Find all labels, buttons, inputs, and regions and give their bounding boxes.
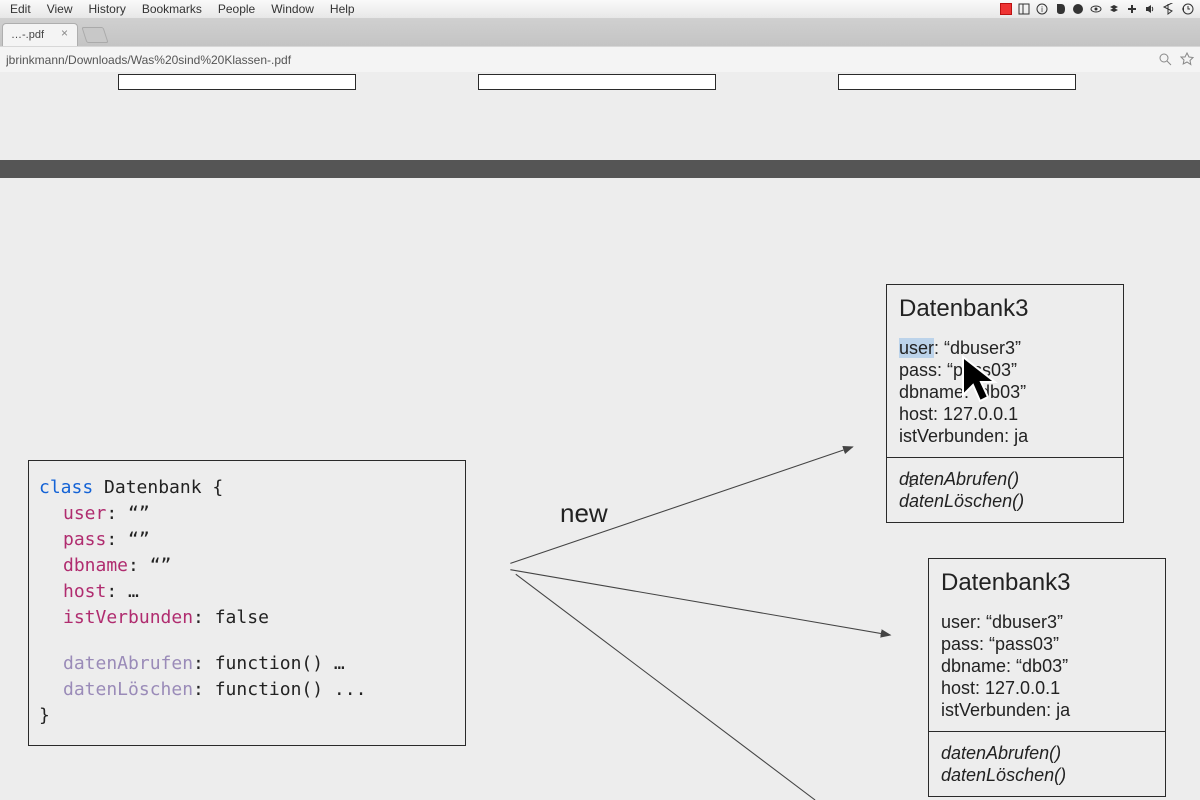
- instance1-method-0: datenAbrufen(): [899, 468, 1111, 490]
- menubar-status-icons: i: [1000, 3, 1200, 15]
- browser-tabstrip: …-.pdf ×: [0, 18, 1200, 46]
- pdf-viewport[interactable]: class Datenbank { user: “” pass: “” dbna…: [0, 72, 1200, 800]
- zoom-icon[interactable]: [1150, 52, 1172, 69]
- leaf-icon[interactable]: [1072, 3, 1084, 15]
- record-icon[interactable]: [1000, 3, 1012, 15]
- instance2-method-1: datenLöschen(): [941, 764, 1153, 786]
- instance2-attr-0: user: “dbuser3”: [941, 611, 1153, 633]
- text-caret-icon: I: [908, 474, 909, 490]
- menu-view[interactable]: View: [39, 2, 81, 16]
- browser-omnibar: jbrinkmann/Downloads/Was%20sind%20Klasse…: [0, 46, 1200, 74]
- instance2-attr-1: pass: “pass03”: [941, 633, 1153, 655]
- star-icon[interactable]: [1172, 52, 1194, 69]
- class-definition-box: class Datenbank { user: “” pass: “” dbna…: [28, 460, 466, 746]
- volume-icon[interactable]: [1144, 3, 1156, 15]
- evernote-icon[interactable]: [1054, 3, 1066, 15]
- new-keyword-label: new: [560, 498, 608, 529]
- instance2-attr-3: host: 127.0.0.1: [941, 677, 1153, 699]
- new-tab-button[interactable]: [81, 27, 108, 43]
- field-istverbunden: istVerbunden: [63, 607, 193, 628]
- macos-menubar: Edit View History Bookmarks People Windo…: [0, 0, 1200, 19]
- bluetooth-icon[interactable]: [1162, 3, 1174, 15]
- method-datenabrufen: datenAbrufen: [63, 653, 193, 674]
- instance1-attr-3: host: 127.0.0.1: [899, 403, 1111, 425]
- closing-brace: }: [39, 703, 455, 729]
- field-host: host: [63, 581, 106, 602]
- info-icon[interactable]: i: [1036, 3, 1048, 15]
- instance-box-1: Datenbank3 user: “dbuser3” pass: “pass03…: [886, 284, 1124, 523]
- url-field[interactable]: jbrinkmann/Downloads/Was%20sind%20Klasse…: [6, 53, 1150, 67]
- menu-window[interactable]: Window: [263, 2, 322, 16]
- instance-box-2: Datenbank3 user: “dbuser3” pass: “pass03…: [928, 558, 1166, 797]
- dropbox-icon[interactable]: [1108, 3, 1120, 15]
- tab-title: …-.pdf: [11, 29, 44, 41]
- panel-icon[interactable]: [1018, 3, 1030, 15]
- menu-history[interactable]: History: [80, 2, 133, 16]
- class-name: Datenbank {: [93, 477, 223, 498]
- instance1-title: Datenbank3: [887, 285, 1123, 331]
- instance2-method-0: datenAbrufen(): [941, 742, 1153, 764]
- menu-bookmarks[interactable]: Bookmarks: [134, 2, 210, 16]
- method-datenloeschen: datenLöschen: [63, 679, 193, 700]
- browser-tab[interactable]: …-.pdf ×: [2, 23, 78, 46]
- menu-people[interactable]: People: [210, 2, 263, 16]
- tab-close-icon[interactable]: ×: [61, 28, 73, 40]
- instance1-attr-1: pass: “pass03”: [899, 359, 1111, 381]
- slide-canvas: class Datenbank { user: “” pass: “” dbna…: [0, 178, 1200, 800]
- svg-text:i: i: [1041, 5, 1043, 14]
- instance1-method-1: datenLöschen(): [899, 490, 1111, 512]
- instance1-attr-4: istVerbunden: ja: [899, 425, 1111, 447]
- field-user: user: [63, 503, 106, 524]
- instance2-attr-2: dbname: “db03”: [941, 655, 1153, 677]
- eye-icon[interactable]: [1090, 3, 1102, 15]
- timemachine-icon[interactable]: [1180, 3, 1194, 15]
- field-dbname: dbname: [63, 555, 128, 576]
- menu-edit[interactable]: Edit: [2, 2, 39, 16]
- instance2-attr-4: istVerbunden: ja: [941, 699, 1153, 721]
- field-pass: pass: [63, 529, 106, 550]
- previous-slide-edge: [0, 72, 1200, 94]
- keyword-class: class: [39, 477, 93, 498]
- instance2-title: Datenbank3: [929, 559, 1165, 605]
- instance1-attr-0-rest: : “dbuser3”: [934, 338, 1021, 358]
- plus-icon[interactable]: [1126, 3, 1138, 15]
- instance1-attr-2: dbname: “db03”: [899, 381, 1111, 403]
- menu-help[interactable]: Help: [322, 2, 363, 16]
- selected-text-user: user: [899, 338, 934, 358]
- slide-divider: [0, 160, 1200, 178]
